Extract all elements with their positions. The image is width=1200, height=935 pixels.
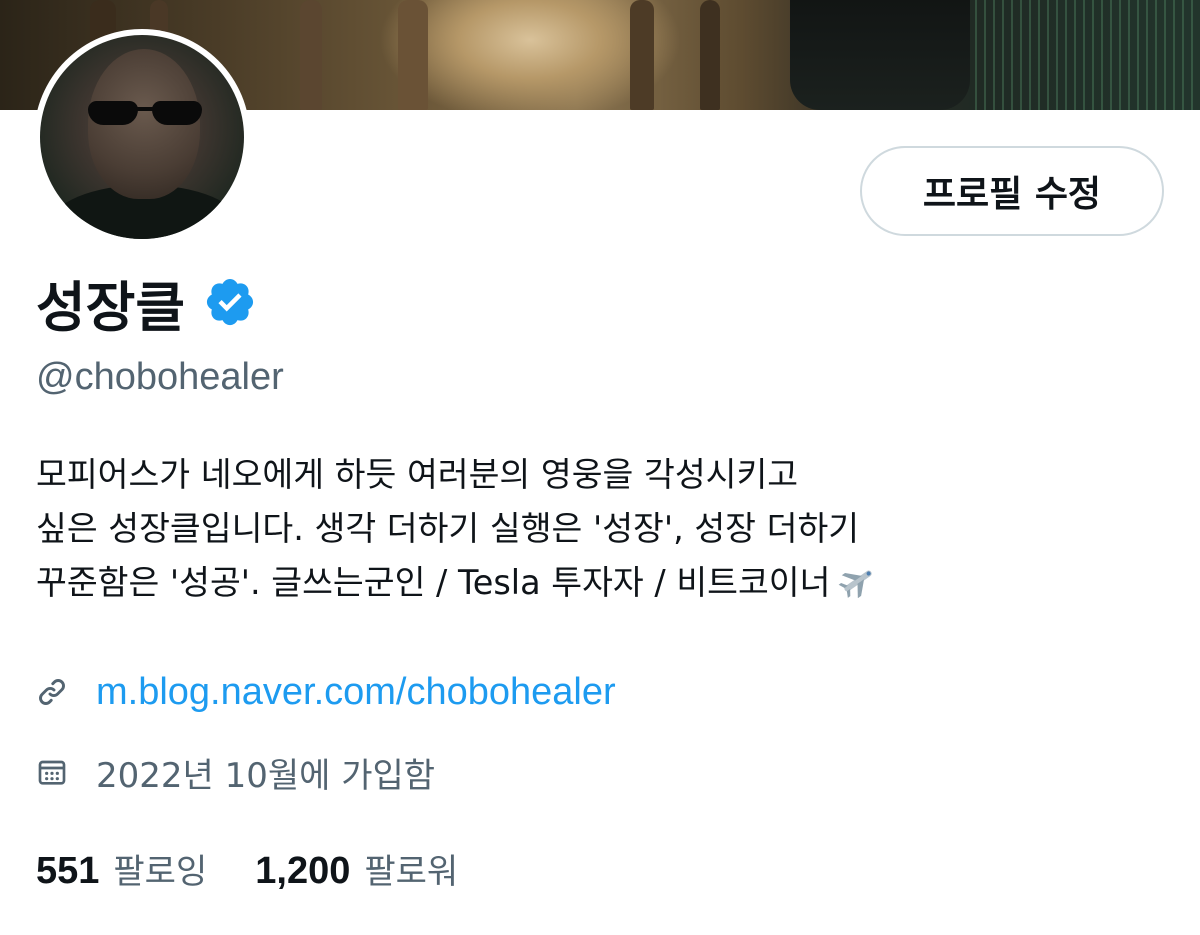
joined-date: 2022년 10월에 가입함 <box>96 755 436 796</box>
bio-line: 싶은 성장클입니다. 생각 더하기 실행은 '성장', 성장 더하기 <box>36 509 860 548</box>
avatar[interactable] <box>34 29 250 245</box>
following-count: 551 <box>36 849 100 892</box>
banner-tree <box>300 0 322 110</box>
verified-badge-icon[interactable] <box>203 275 257 329</box>
profile-website-link[interactable]: m.blog.naver.com/chobohealer <box>96 671 616 714</box>
profile-joined-row: 2022년 10월에 가입함 <box>36 744 435 800</box>
banner-tree <box>630 0 654 110</box>
calendar-icon <box>38 760 66 785</box>
link-icon <box>39 679 65 705</box>
followers-label: 팔로워 <box>364 851 459 892</box>
avatar-image <box>40 35 244 239</box>
following-label: 팔로잉 <box>113 851 208 892</box>
bio-line-last: 꾸준함은 '성공'. 글쓰는군인 / Tesla 투자자 / 비트코이너 <box>36 556 1176 610</box>
banner-code-rain <box>975 0 1200 110</box>
banner-tree <box>700 0 720 110</box>
profile-handle: @chobohealer <box>36 356 284 398</box>
followers-count: 1,200 <box>255 849 351 892</box>
display-name: 성장클 <box>36 275 186 339</box>
profile-stats: 551 팔로잉 1,200 팔로워 <box>36 838 506 898</box>
profile-bio: 모피어스가 네오에게 하듯 여러분의 영웅을 각성시키고 싶은 성장클입니다. … <box>36 448 1176 610</box>
banner-tree <box>398 0 428 110</box>
profile-name-row: 성장클 <box>36 262 257 342</box>
banner-figure <box>790 0 970 110</box>
followers-stat[interactable]: 1,200 팔로워 <box>255 844 458 893</box>
airplane-emoji-icon <box>839 570 873 598</box>
bio-line: 모피어스가 네오에게 하듯 여러분의 영웅을 각성시키고 <box>36 455 799 494</box>
bio-line-text: 꾸준함은 '성공'. 글쓰는군인 / Tesla 투자자 / 비트코이너 <box>36 563 831 602</box>
following-stat[interactable]: 551 팔로잉 <box>36 844 207 893</box>
profile-website-row: m.blog.naver.com/chobohealer <box>36 664 616 720</box>
edit-profile-button[interactable]: 프로필 수정 <box>860 146 1164 236</box>
avatar-sunglasses <box>84 101 206 127</box>
